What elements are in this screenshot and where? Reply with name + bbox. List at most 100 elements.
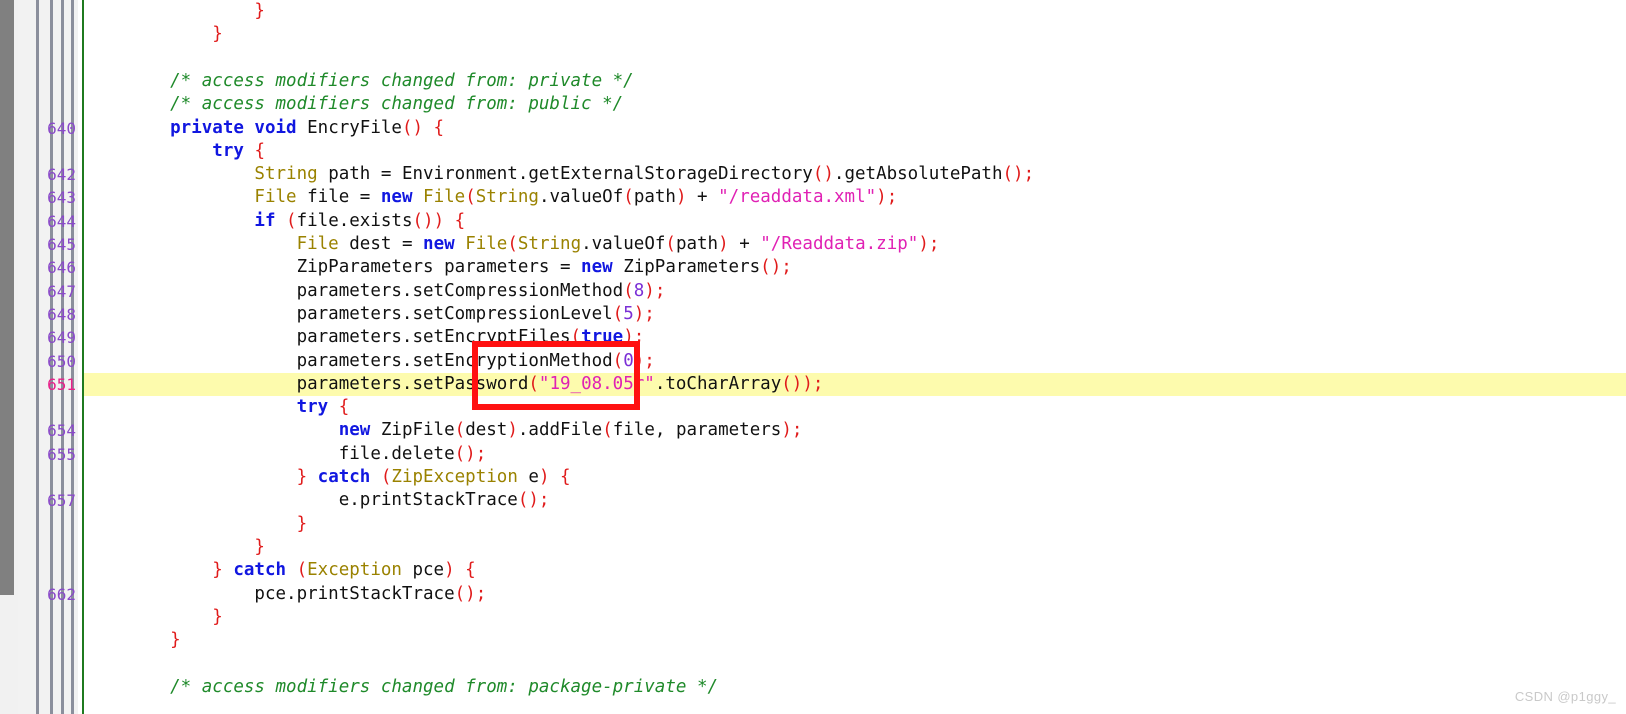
code-line[interactable]: try { (0, 396, 1626, 419)
code-token: ) (718, 234, 740, 254)
code-line[interactable]: } catch (ZipException e) { (0, 466, 1626, 489)
code-line[interactable]: 654 new ZipFile(dest).addFile(file, para… (0, 419, 1626, 442)
code-text[interactable]: if (file.exists()) { (128, 210, 465, 233)
code-token: e (528, 467, 539, 487)
code-line[interactable]: 651 parameters.setPassword("19_08.05r".t… (0, 372, 1626, 397)
code-text[interactable]: e.printStackTrace(); (128, 489, 550, 512)
code-line[interactable]: 662 pce.printStackTrace(); (0, 583, 1626, 606)
code-token: private void (128, 117, 308, 138)
code-token: .valueOf (581, 234, 666, 254)
code-line[interactable]: 647 parameters.setCompressionMethod(8); (0, 280, 1626, 303)
code-token: } (128, 630, 181, 651)
code-text[interactable]: /* access modifiers changed from: privat… (128, 70, 634, 93)
code-line[interactable]: } (0, 513, 1626, 536)
code-line[interactable]: } catch (Exception pce) { (0, 559, 1626, 582)
code-text[interactable]: parameters.setPassword("19_08.05r".toCha… (128, 373, 824, 396)
code-line[interactable]: 657 e.printStackTrace(); (0, 489, 1626, 512)
code-token: ZipParameters (623, 257, 761, 278)
code-token: ( (570, 327, 582, 348)
code-token: .addFile (517, 420, 603, 441)
code-token: + (739, 234, 761, 254)
code-line[interactable] (0, 652, 1626, 675)
code-token: ) (507, 420, 518, 441)
line-number: 650 (47, 351, 76, 371)
code-text[interactable]: parameters.setCompressionLevel(5); (128, 303, 655, 326)
line-number: 662 (47, 584, 76, 604)
code-text[interactable]: } (128, 536, 265, 559)
line-number: 644 (47, 211, 76, 231)
code-line[interactable]: } (0, 536, 1626, 559)
code-line[interactable]: /* access modifiers changed from: public… (0, 93, 1626, 116)
code-text[interactable]: file.delete(); (128, 443, 487, 466)
code-token: ); (781, 420, 803, 441)
code-text[interactable]: parameters.setEncryptionMethod(0); (128, 350, 655, 373)
code-line[interactable]: /* access modifiers changed from: packag… (0, 676, 1626, 699)
code-text[interactable]: /* access modifiers changed from: packag… (128, 676, 718, 699)
code-token: ZipException (391, 467, 529, 487)
code-token: pce.printStackTrace (128, 583, 455, 604)
code-token: { (338, 397, 350, 418)
code-text[interactable]: String path = Environment.getExternalSto… (128, 163, 1034, 186)
code-line[interactable]: } (0, 606, 1626, 629)
code-line[interactable]: 648 parameters.setCompressionLevel(5); (0, 303, 1626, 326)
code-line[interactable] (0, 47, 1626, 70)
code-text[interactable]: parameters.setCompressionMethod(8); (128, 280, 666, 303)
code-token: } (128, 1, 265, 21)
code-token: pce (412, 560, 445, 581)
line-number: 648 (47, 304, 76, 324)
code-text[interactable]: /* access modifiers changed from: public… (128, 93, 623, 116)
code-line[interactable]: 655 file.delete(); (0, 443, 1626, 466)
code-line[interactable]: } (0, 0, 1626, 23)
code-text[interactable]: } (128, 0, 265, 23)
code-token: .getAbsolutePath (833, 164, 1003, 185)
code-token: path (633, 187, 676, 208)
code-token: ( (454, 420, 466, 441)
code-line[interactable]: } (0, 629, 1626, 652)
code-text[interactable]: ZipParameters parameters = new ZipParame… (128, 256, 792, 279)
code-line[interactable]: 642 String path = Environment.getExterna… (0, 163, 1626, 186)
code-line[interactable]: 650 parameters.setEncryptionMethod(0); (0, 350, 1626, 373)
code-text[interactable]: new ZipFile(dest).addFile(file, paramete… (128, 419, 803, 442)
code-line[interactable]: 644 if (file.exists()) { (0, 210, 1626, 233)
code-text[interactable]: } (128, 23, 223, 46)
code-line[interactable]: try { (0, 140, 1626, 163)
code-line[interactable]: 646 ZipParameters parameters = new ZipPa… (0, 256, 1626, 279)
code-text[interactable]: try { (128, 396, 350, 419)
code-text[interactable]: } (128, 629, 181, 652)
code-text[interactable]: } catch (ZipException e) { (128, 466, 571, 489)
code-token: } (128, 536, 265, 557)
line-number: 651 (47, 374, 76, 394)
code-line[interactable]: 649 parameters.setEncryptFiles(true); (0, 326, 1626, 349)
code-token: } (128, 467, 318, 487)
code-token: new (423, 234, 466, 254)
code-token: catch (233, 560, 297, 581)
code-text[interactable]: } catch (Exception pce) { (128, 559, 475, 582)
code-token: ); (623, 327, 645, 348)
code-token: ( (612, 303, 624, 324)
code-token: ); (633, 350, 655, 371)
code-token: ( (465, 187, 476, 208)
code-token: EncryFile (307, 117, 402, 138)
code-text[interactable]: File dest = new File(String.valueOf(path… (128, 233, 940, 256)
code-line[interactable]: 643 File file = new File(String.valueOf(… (0, 186, 1626, 209)
line-number: 647 (47, 281, 76, 301)
line-number: 654 (47, 421, 76, 441)
code-text[interactable]: } (128, 513, 308, 536)
code-line[interactable]: /* access modifiers changed from: privat… (0, 70, 1626, 93)
code-text[interactable]: try { (128, 140, 265, 163)
line-number: 657 (47, 491, 76, 511)
code-text[interactable]: pce.printStackTrace(); (128, 583, 486, 606)
code-text[interactable]: } (128, 606, 223, 629)
code-token: 5 (623, 303, 634, 324)
code-token: "/readdata.xml" (718, 187, 877, 208)
code-text[interactable]: parameters.setEncryptFiles(true); (128, 326, 645, 349)
code-line[interactable]: 645 File dest = new File(String.valueOf(… (0, 233, 1626, 256)
code-token: e.printStackTrace (128, 490, 518, 511)
code-text[interactable]: private void EncryFile() { (128, 117, 444, 140)
code-text[interactable]: File file = new File(String.valueOf(path… (128, 186, 897, 209)
code-token: ( (286, 210, 297, 231)
code-line[interactable]: 640 private void EncryFile() { (0, 117, 1626, 140)
code-token: { (254, 140, 265, 161)
code-token: /* access modifiers changed from: privat… (128, 70, 634, 91)
code-line[interactable]: } (0, 23, 1626, 46)
